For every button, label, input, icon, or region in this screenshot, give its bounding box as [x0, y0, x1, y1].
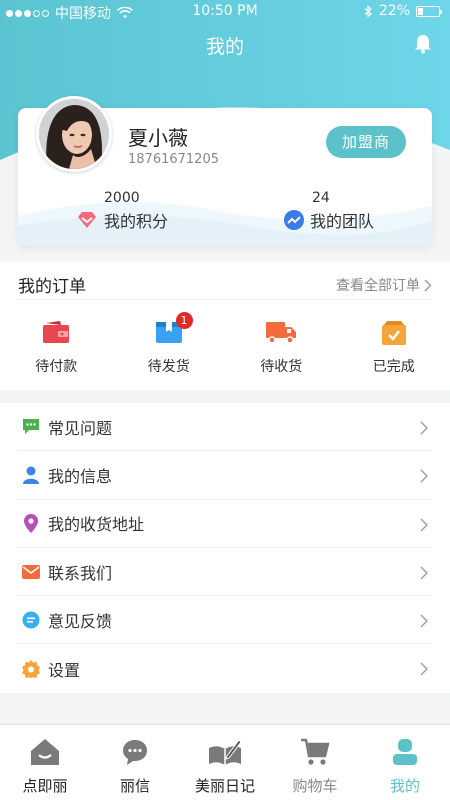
orders-header: 我的订单 查看全部订单 — [18, 262, 432, 300]
mail-icon — [22, 564, 40, 579]
team-value: 24 — [312, 190, 330, 206]
battery-icon — [416, 5, 442, 17]
join-button[interactable]: 加盟商 — [326, 126, 406, 158]
points-label: 我的积分 — [104, 212, 169, 231]
cart-icon — [301, 738, 330, 765]
tab-label: 美丽日记 — [194, 777, 255, 795]
diary-icon — [209, 739, 242, 765]
chevron-right-icon — [420, 518, 428, 532]
menu-item-label: 我的收货地址 — [48, 515, 145, 535]
team-stat[interactable]: 24 我的团队 — [284, 190, 374, 232]
trend-icon — [284, 210, 304, 230]
heart-diamond-icon — [78, 212, 96, 228]
user-icon — [393, 739, 417, 765]
order-item-label: 待付款 — [35, 359, 78, 375]
tab-label: 购物车 — [292, 777, 338, 795]
wallet-icon — [43, 321, 70, 343]
shipment-badge: 1 — [175, 312, 193, 329]
chevron-right-icon — [420, 614, 428, 628]
menu-item-address[interactable]: 我的收货地址 — [18, 500, 432, 548]
order-item-label: 已完成 — [372, 359, 415, 375]
order-item-label: 待发货 — [147, 359, 190, 375]
order-pending-receipt[interactable]: 待收货 — [225, 320, 338, 376]
truck-icon — [266, 322, 297, 344]
chat-icon — [23, 419, 39, 435]
chevron-right-icon — [420, 469, 428, 483]
tab-cart[interactable]: 购物车 — [270, 725, 360, 800]
chevron-right-icon — [420, 566, 428, 580]
person-icon — [23, 466, 39, 484]
message-icon — [123, 740, 147, 765]
orders-title: 我的订单 — [18, 277, 86, 297]
chevron-right-icon — [420, 663, 428, 676]
box-check-icon — [381, 321, 406, 345]
order-pending-shipment[interactable]: 1 待发货 — [113, 312, 226, 376]
location-icon — [24, 513, 38, 533]
points-value: 2000 — [104, 190, 140, 206]
view-all-orders-link[interactable]: 查看全部订单 — [336, 275, 432, 295]
page-title: 我的 — [205, 36, 244, 58]
menu-item-faq[interactable]: 常见问题 — [18, 403, 432, 452]
home-icon — [31, 739, 59, 765]
menu-item-label: 意见反馈 — [48, 611, 113, 631]
menu-item-contact[interactable]: 联系我们 — [18, 548, 432, 597]
points-stat[interactable]: 2000 我的积分 — [76, 190, 168, 232]
user-name: 夏小薇 — [128, 126, 188, 150]
menu-item-label: 联系我们 — [48, 563, 113, 583]
bluetooth-icon — [364, 4, 372, 18]
tab-mine[interactable]: 我的 — [360, 725, 450, 800]
menu-item-label: 设置 — [48, 660, 81, 680]
tab-home[interactable]: 点即丽 — [0, 725, 90, 800]
menu-item-label: 常见问题 — [48, 418, 113, 438]
feedback-icon — [22, 611, 40, 629]
status-bar: 中国移动 10:50 PM 22% — [0, 0, 450, 24]
order-completed[interactable]: 已完成 — [338, 320, 450, 376]
menu-item-my-info[interactable]: 我的信息 — [18, 451, 432, 500]
avatar-image — [39, 99, 109, 169]
bell-icon[interactable] — [414, 34, 432, 58]
tab-label: 丽信 — [119, 777, 150, 795]
menu-list: 常见问题 我的信息 我的收货地址 联系我们 意见反馈 设置 — [0, 403, 450, 693]
menu-item-settings[interactable]: 设置 — [18, 644, 432, 692]
tab-bar: 点即丽 丽信 美丽日记 购物车 我的 — [0, 724, 450, 800]
avatar[interactable] — [36, 96, 112, 172]
battery-percent: 22% — [378, 3, 410, 19]
tab-messages[interactable]: 丽信 — [90, 725, 180, 800]
gear-icon — [22, 659, 40, 678]
order-pending-payment[interactable]: 待付款 — [0, 320, 113, 376]
menu-item-label: 我的信息 — [48, 466, 113, 486]
team-label: 我的团队 — [310, 212, 375, 231]
user-phone: 18761671205 — [128, 152, 219, 167]
tab-diary[interactable]: 美丽日记 — [180, 725, 270, 800]
order-item-label: 待收货 — [260, 359, 303, 375]
tab-label: 点即丽 — [22, 777, 68, 795]
menu-item-feedback[interactable]: 意见反馈 — [18, 596, 432, 645]
view-all-label: 查看全部订单 — [336, 278, 420, 294]
tab-label: 我的 — [389, 777, 420, 795]
chevron-right-icon — [420, 421, 428, 435]
orders-section: 我的订单 查看全部订单 待付款 1 待发货 待收货 已完成 — [0, 262, 450, 390]
chevron-right-icon — [424, 279, 432, 291]
